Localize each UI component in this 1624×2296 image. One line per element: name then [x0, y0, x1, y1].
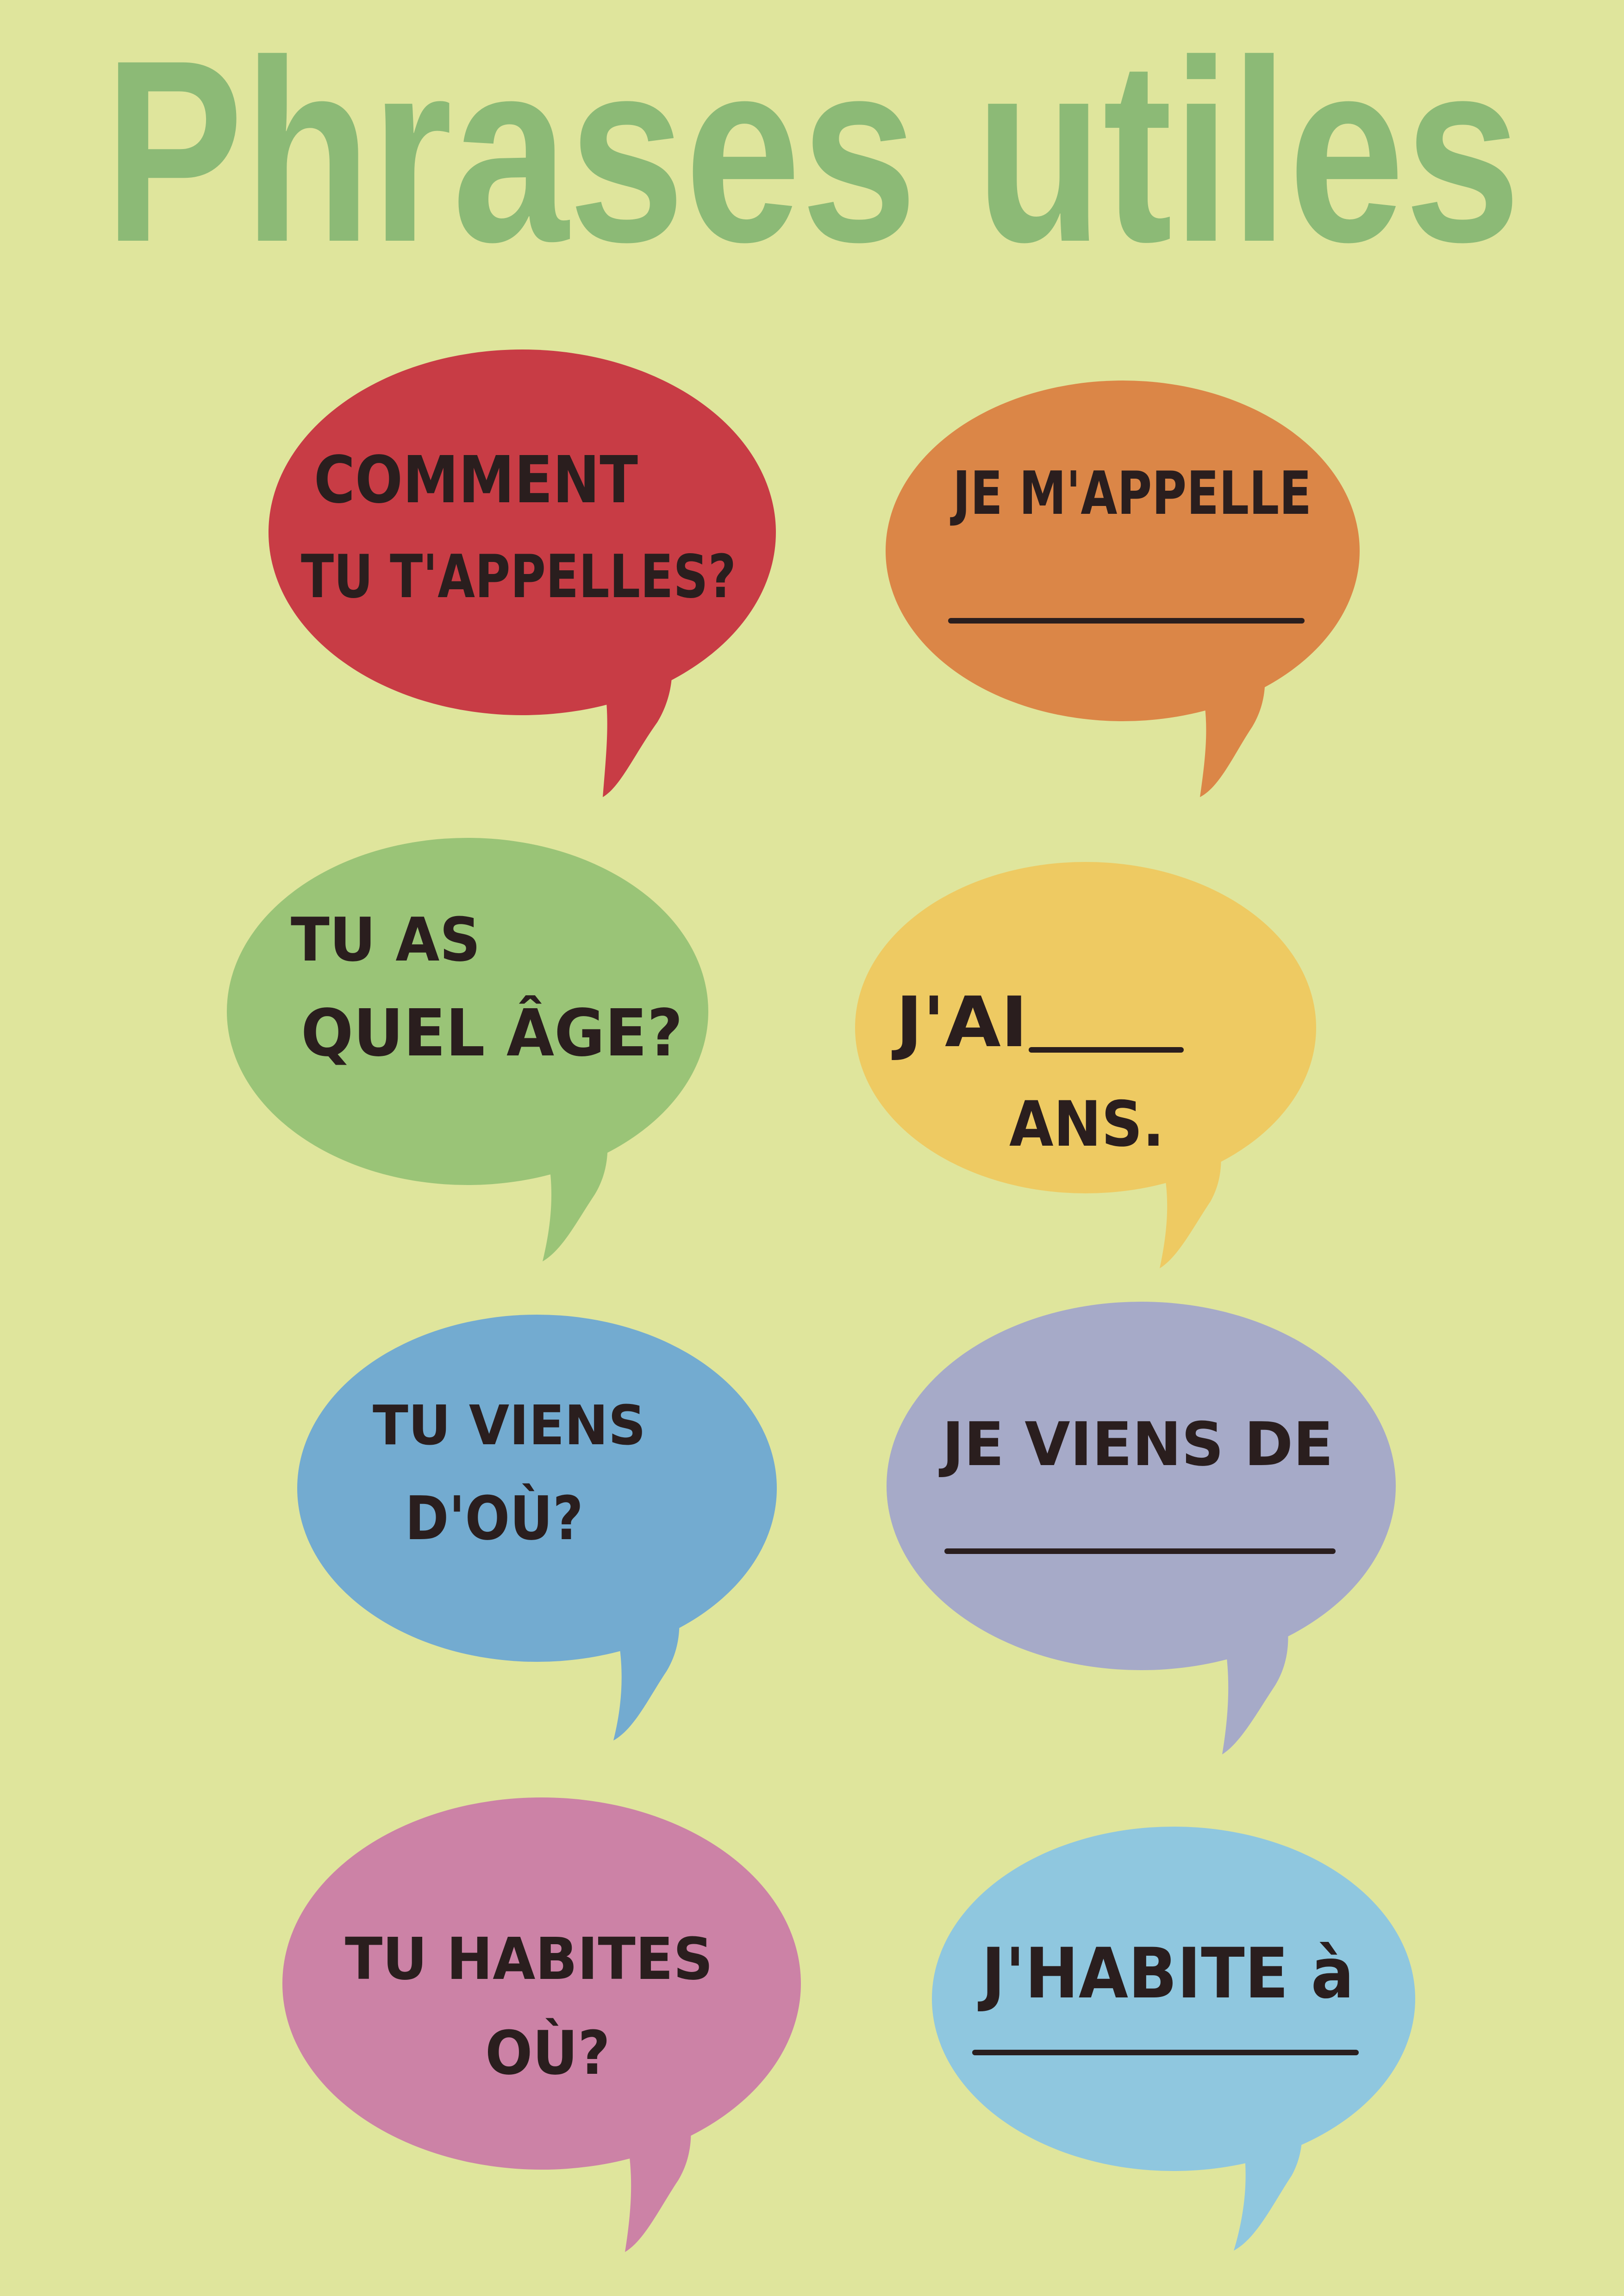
bubble-tail — [625, 2115, 691, 2252]
bubble-je-viens-de: JE VIENS DE — [887, 1302, 1396, 1754]
bubble-tail — [1160, 1143, 1221, 1268]
bubble-line-1: TU AS — [291, 905, 481, 975]
bubble-body — [886, 381, 1360, 721]
answer-blank-line — [972, 2050, 1359, 2055]
bubble-line-2: OÙ? — [485, 2018, 610, 2088]
bubble-tail — [1234, 2118, 1302, 2251]
bubble-line-1: J'HABITE à — [978, 1934, 1354, 2014]
bubble-je-mappelle: JE M'APPELLE — [886, 381, 1360, 797]
bubble-tail — [1199, 667, 1265, 797]
bubble-line-1: JE VIENS DE — [938, 1409, 1333, 1479]
bubble-body — [887, 1302, 1396, 1670]
bubble-jai-ans: J'AI ANS. — [855, 862, 1316, 1268]
bubble-comment-tu-tappelles: COMMENT TU T'APPELLES? — [269, 349, 776, 797]
answer-blank-line — [1029, 1047, 1184, 1053]
bubble-tu-habites-ou: TU HABITES OÙ? — [282, 1797, 801, 2252]
bubble-tu-as-quel-age: TU AS QUEL ÂGE? — [227, 838, 708, 1261]
bubble-tail — [602, 657, 672, 797]
bubble-line-2: QUEL ÂGE? — [301, 995, 683, 1071]
bubble-tu-viens-dou: TU VIENS D'OÙ? — [297, 1315, 777, 1741]
bubble-jhabite-a: J'HABITE à — [932, 1827, 1415, 2251]
bubble-line-2: ANS. — [1009, 1088, 1164, 1160]
bubble-line-2: D'OÙ? — [405, 1483, 583, 1554]
bubble-line-1: TU VIENS — [373, 1393, 646, 1457]
bubble-line-1: JE M'APPELLE — [950, 459, 1312, 528]
bubble-tail — [613, 1606, 680, 1741]
bubble-line-1: TU HABITES — [345, 1926, 713, 1993]
bubble-tail — [1222, 1620, 1288, 1754]
bubble-line-1: COMMENT — [314, 443, 638, 518]
bubble-line-2: TU T'APPELLES? — [301, 543, 736, 611]
speech-bubbles: COMMENT TU T'APPELLES? JE M'APPELLE TU A… — [227, 349, 1415, 2252]
bubble-body — [269, 349, 776, 715]
bubble-line-1: J'AI — [892, 982, 1028, 1063]
answer-blank-line — [944, 1548, 1336, 1554]
answer-blank-line — [948, 618, 1305, 624]
bubble-tail — [543, 1129, 608, 1261]
